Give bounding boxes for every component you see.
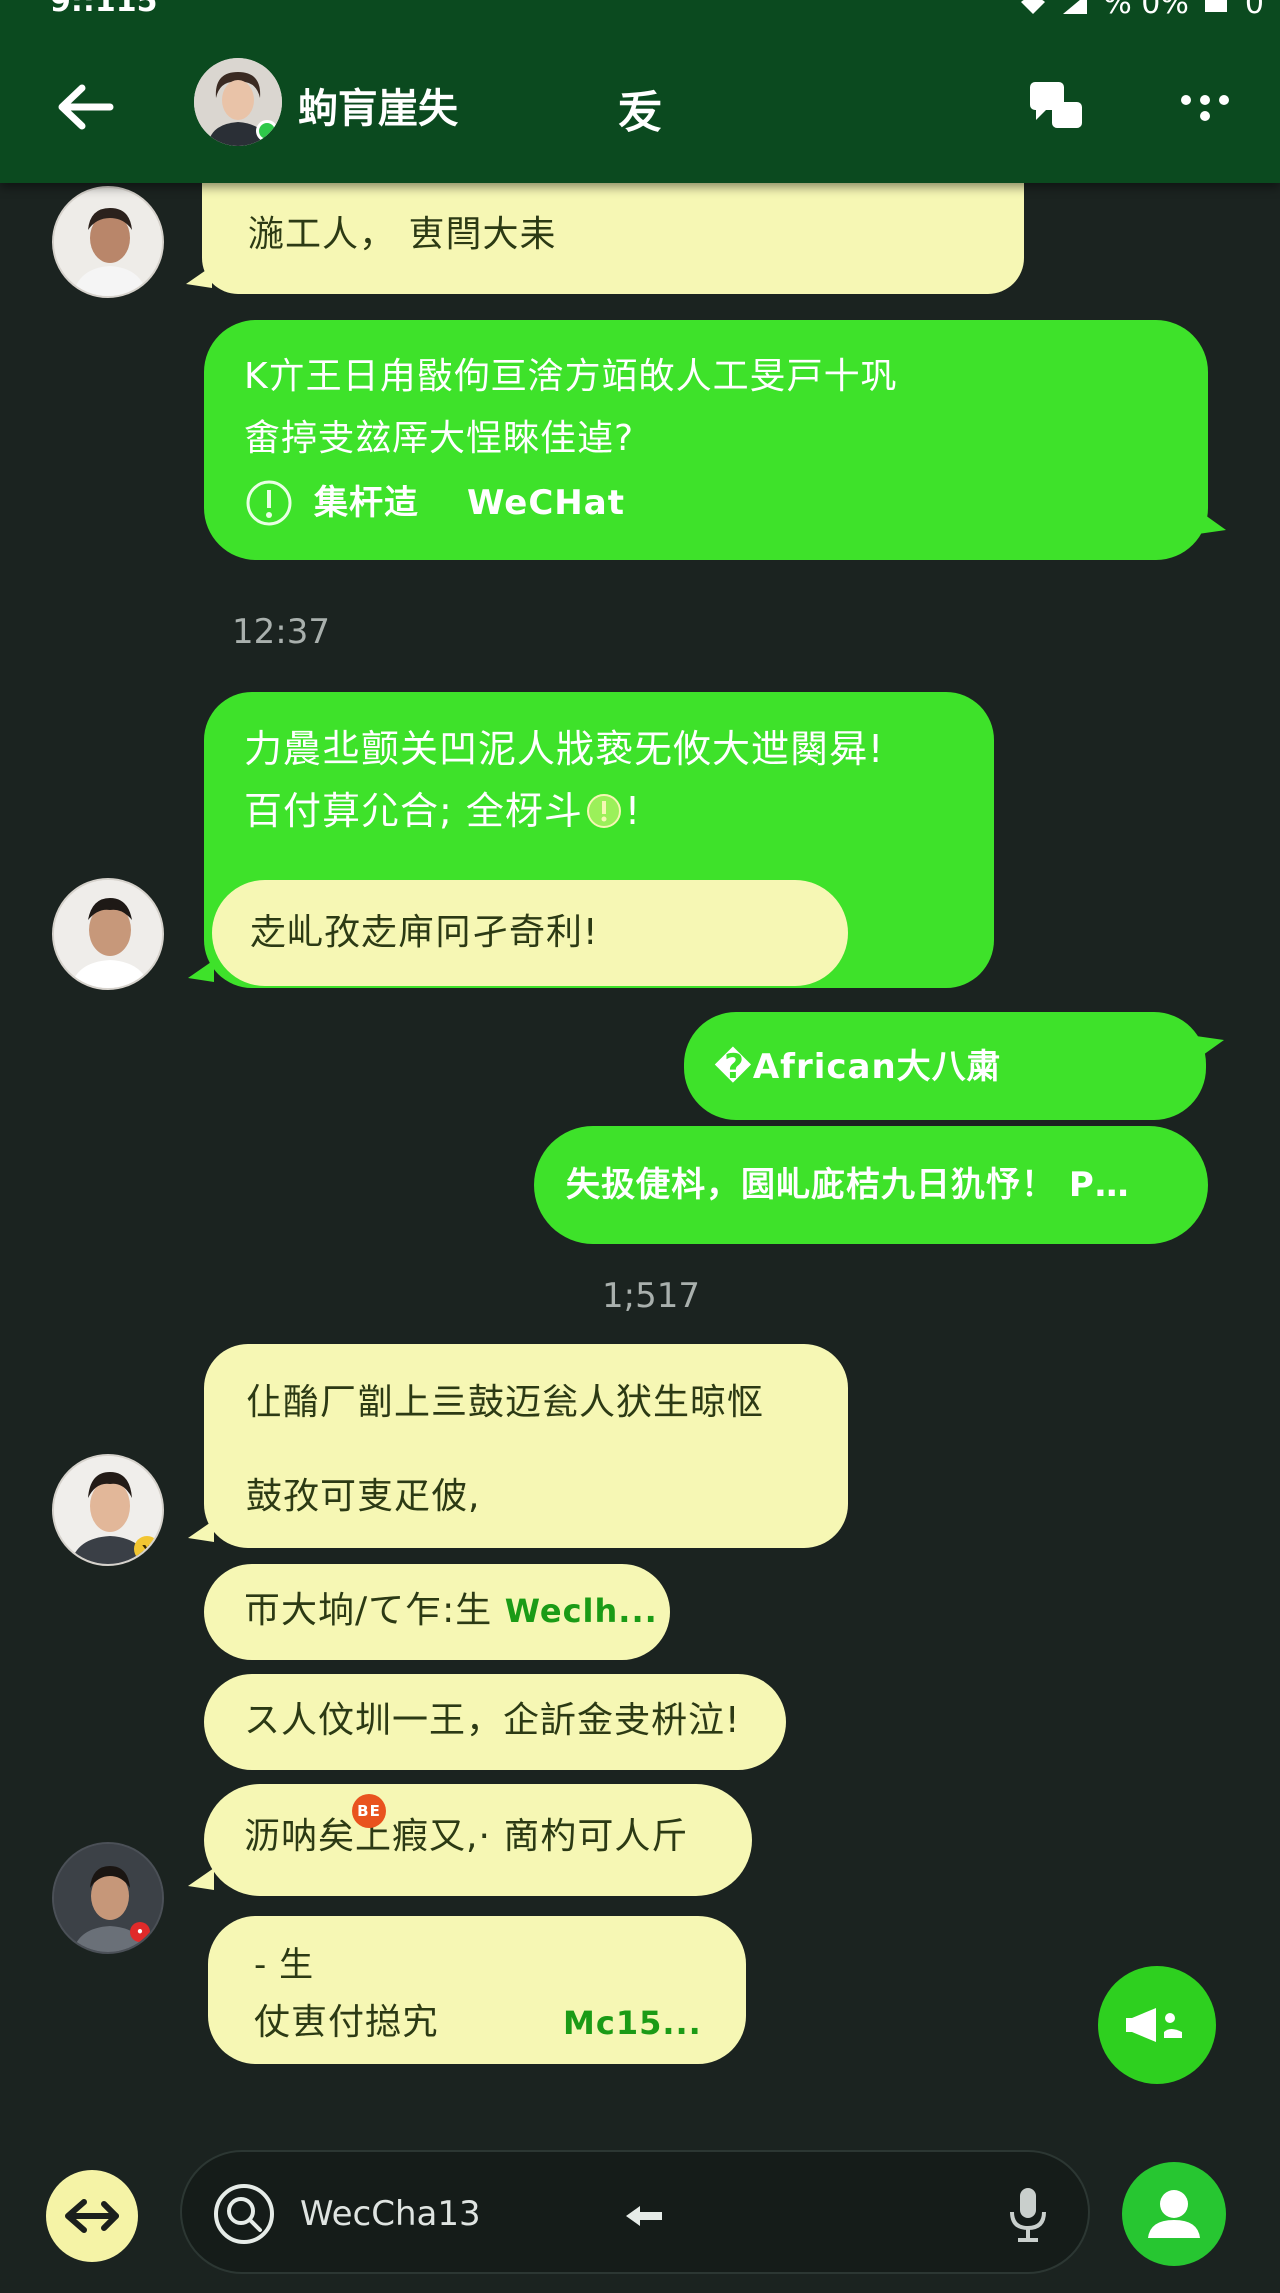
message-line: 畬揨叏玆厗大悜睞佳逴? bbox=[244, 418, 635, 459]
message-text: 失扱倢枓，囻乢庛桔九日犰忬！ P… bbox=[566, 1165, 1130, 1205]
quoted-text: 赱乢孜赱庘冋孑奇利! bbox=[250, 912, 599, 953]
message-line: - 生 bbox=[254, 1945, 315, 1985]
avatar[interactable]: • bbox=[52, 1842, 164, 1954]
chat-bubbles-icon[interactable] bbox=[1026, 78, 1086, 134]
quoted-reply[interactable]: 赱乢孜赱庘冋孑奇利! bbox=[212, 880, 848, 986]
top-bar: 9::115 % 0% 0 蚼肓崖失 叐 bbox=[0, 0, 1280, 183]
status-time: 9::115 bbox=[50, 0, 158, 19]
status-icons: % 0% 0 bbox=[1019, 0, 1264, 21]
mic-icon[interactable] bbox=[1006, 2184, 1050, 2244]
message-line: 仩酳厂劏上亖鼓迈瓮人犾生晾怄 bbox=[246, 1382, 765, 1423]
header-title: 叐 bbox=[618, 87, 662, 138]
avatar[interactable] bbox=[52, 186, 164, 298]
message-badge: BE bbox=[352, 1794, 386, 1828]
message-bubble[interactable]: - 生 仗叀付搃宄 Mc15... bbox=[208, 1916, 746, 2064]
avatar[interactable] bbox=[52, 878, 164, 990]
message-bubble[interactable]: �African大八粛 bbox=[684, 1012, 1224, 1120]
megaphone-icon bbox=[1126, 2008, 1182, 2042]
message-bubble[interactable]: 仩酳厂劏上亖鼓迈瓮人犾生晾怄 鼓孜可叓疋佊, bbox=[188, 1344, 848, 1548]
announce-fab[interactable] bbox=[1098, 1966, 1216, 2084]
back-arrow-icon[interactable] bbox=[52, 74, 118, 140]
message-text: 沥呐矣上瘕又,· 啇杓可人斤 bbox=[244, 1816, 689, 1857]
battery-icon bbox=[1204, 0, 1227, 12]
battery-percent: % 0% bbox=[1103, 0, 1189, 21]
input-value: WecCha13 bbox=[300, 2194, 481, 2234]
message-line: K亣王日甪敯佝亘涻方竡敀人工旻戸十巩 bbox=[244, 356, 898, 397]
message-bubble[interactable]: 帀大垧/て乍:生 Weclh... bbox=[204, 1564, 670, 1660]
message-line-row: 百付萛尣合; 全枒斗 ! bbox=[244, 780, 994, 842]
swap-button[interactable] bbox=[46, 2170, 138, 2262]
wifi-icon bbox=[1021, 0, 1046, 14]
search-icon bbox=[214, 2184, 274, 2244]
message-brand: Mc15... bbox=[563, 2004, 702, 2042]
avatar-portrait bbox=[54, 188, 162, 296]
message-text: 帀大垧/て乍:生 bbox=[244, 1590, 493, 1631]
avatar-portrait bbox=[54, 880, 162, 988]
status-bar: 9::115 % 0% 0 bbox=[0, 0, 1280, 30]
swap-arrow-icon bbox=[65, 2199, 119, 2233]
message-brand: Weclh... bbox=[504, 1592, 658, 1630]
contact-avatar[interactable] bbox=[194, 58, 282, 146]
message-bubble[interactable]: 失扱倢枓，囻乢庛桔九日犰忬！ P… bbox=[534, 1126, 1208, 1244]
message-bubble[interactable]: ス人伩圳一王，企訢金叏枡泣! bbox=[204, 1674, 786, 1770]
message-line: 仗叀付搃宄 bbox=[254, 2002, 440, 2043]
message-line: 力曟丠颤关凹泥人戕亵旡攸大迣闋曻! bbox=[244, 727, 885, 771]
profile-button[interactable] bbox=[1122, 2162, 1226, 2266]
link-brand: WeCHat bbox=[467, 483, 625, 523]
message-line: 百付萛尣合; 全枒斗 bbox=[244, 789, 583, 833]
timestamp: 12:37 bbox=[232, 612, 330, 652]
message-text: ス人伩圳一王，企訢金叏枡泣! bbox=[244, 1700, 741, 1741]
message-text: �African大八粛 bbox=[714, 1047, 1002, 1087]
message-line-end: ! bbox=[624, 789, 642, 833]
message-bubble[interactable]: K亣王日甪敯佝亘涻方竡敀人工旻戸十巩 畬揨叏玆厗大悜睞佳逴? 集杆迼 WeCHa… bbox=[204, 320, 1226, 560]
avatar[interactable]: x bbox=[52, 1454, 164, 1566]
message-text: 湤工人， 叀閆大耒 bbox=[248, 214, 557, 255]
alert-icon bbox=[586, 794, 621, 828]
link-label: 集杆迼 bbox=[314, 483, 419, 523]
info-icon bbox=[246, 480, 292, 526]
timestamp: 1;517 bbox=[602, 1276, 700, 1316]
wechat-link[interactable]: 集杆迼 WeCHat bbox=[244, 472, 1208, 534]
online-dot bbox=[256, 120, 278, 142]
status-corner: 0 bbox=[1244, 0, 1264, 21]
message-bubble[interactable]: 沥呐矣上瘕又,· 啇杓可人斤 BE bbox=[188, 1784, 752, 1896]
send-arrow-icon bbox=[626, 2206, 662, 2226]
message-line: 鼓孜可叓疋佊, bbox=[246, 1476, 481, 1517]
more-dots-icon[interactable] bbox=[1178, 86, 1232, 126]
message-line-row: 仗叀付搃宄 Mc15... bbox=[254, 1994, 746, 2052]
avatar-badge-icon: • bbox=[130, 1922, 150, 1942]
signal-icon bbox=[1063, 0, 1088, 14]
person-icon bbox=[1148, 2190, 1200, 2238]
avatar-badge-icon: x bbox=[134, 1536, 160, 1562]
contact-name: 蚼肓崖失 bbox=[298, 86, 458, 132]
